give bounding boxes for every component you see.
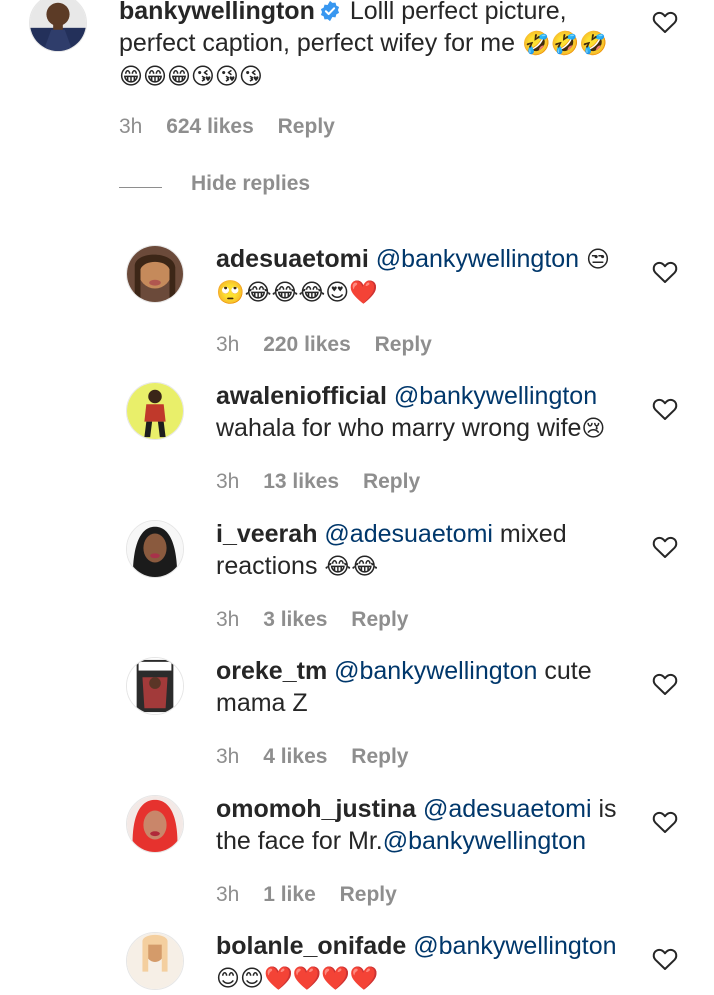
reply-button[interactable]: Reply	[351, 608, 408, 631]
comment-text-line1: Lolll perfect picture,	[349, 0, 567, 25]
avatar[interactable]	[126, 245, 184, 303]
avatar-photo	[127, 796, 183, 852]
heart-icon[interactable]	[652, 947, 678, 971]
avatar[interactable]	[126, 795, 184, 853]
likes-count[interactable]: 4 likes	[263, 745, 327, 768]
heart-icon[interactable]	[652, 535, 678, 559]
reply-button[interactable]: Reply	[363, 470, 420, 493]
comment-time: 3h	[216, 608, 240, 631]
verified-badge-icon	[320, 0, 339, 22]
reply-button[interactable]: Reply	[351, 745, 408, 768]
likes-count[interactable]: 220 likes	[263, 333, 351, 356]
comment-text-line2: perfect caption, perfect wifey for me	[119, 29, 516, 57]
comment-text: awaleniofficial @bankywellington wahala …	[216, 380, 626, 445]
username[interactable]: awaleniofficial	[216, 382, 387, 410]
avatar-photo	[127, 933, 183, 989]
avatar-photo	[127, 246, 183, 302]
heart-icon[interactable]	[652, 260, 678, 284]
heart-icon[interactable]	[652, 810, 678, 834]
heart-icon[interactable]	[652, 10, 678, 34]
comment-text-line: wahala for who marry wrong wife	[216, 414, 582, 442]
mention-link[interactable]: @adesuaetomi	[423, 795, 592, 823]
comment-time: 3h	[216, 745, 240, 768]
reply-button[interactable]: Reply	[278, 115, 335, 138]
comment-time: 3h	[216, 333, 240, 356]
avatar[interactable]	[126, 932, 184, 990]
comment-meta: 3h 13 likes Reply	[216, 470, 438, 494]
comment-meta: 3h 624 likes Reply	[119, 115, 353, 139]
emoji-group: 🤣🤣🤣	[521, 31, 608, 57]
avatar[interactable]	[126, 382, 184, 440]
comment-text-line: mixed	[499, 520, 567, 548]
comment-text: omomoh_justina @adesuaetomi is the face …	[216, 793, 626, 857]
avatar[interactable]	[29, 0, 87, 52]
comment-meta: 3h 4 likes Reply	[216, 745, 426, 769]
username[interactable]: oreke_tm	[216, 657, 327, 685]
likes-count[interactable]: 624 likes	[166, 115, 254, 138]
hide-replies-label: Hide replies	[191, 172, 311, 195]
comment-time: 3h	[119, 115, 143, 138]
avatar-photo	[30, 0, 86, 51]
comment-text-line: cute	[544, 657, 592, 685]
comment-text-line: is	[598, 795, 617, 823]
reply-button[interactable]: Reply	[375, 333, 432, 356]
mention-link[interactable]: @bankywellington	[413, 932, 616, 960]
avatar-photo	[127, 383, 183, 439]
avatar[interactable]	[126, 657, 184, 715]
comment-meta: 3h 3 likes Reply	[216, 608, 426, 632]
comment-text-line: the face for Mr.	[216, 827, 383, 855]
emoji-group: 😒	[586, 247, 611, 273]
username[interactable]: adesuaetomi	[216, 245, 369, 273]
comment-meta: 3h 220 likes Reply	[216, 333, 450, 357]
comment-text: bankywellington Lolll perfect picture, p…	[119, 0, 629, 93]
heart-icon[interactable]	[652, 672, 678, 696]
comment-text: oreke_tm @bankywellington cute mama Z	[216, 655, 626, 719]
username[interactable]: bolanle_onifade	[216, 932, 406, 960]
mention-link[interactable]: @bankywellington	[376, 245, 579, 273]
username[interactable]: omomoh_justina	[216, 795, 416, 823]
avatar-photo	[127, 658, 183, 714]
comment-text: adesuaetomi @bankywellington 😒 🙄😂😂😂😍❤️	[216, 243, 626, 309]
likes-count[interactable]: 13 likes	[263, 470, 339, 493]
avatar[interactable]	[126, 520, 184, 578]
mention-link[interactable]: @adesuaetomi	[324, 520, 493, 548]
mention-link[interactable]: @bankywellington	[334, 657, 537, 685]
comment-text-line: reactions	[216, 552, 318, 580]
username[interactable]: i_veerah	[216, 520, 317, 548]
likes-count[interactable]: 3 likes	[263, 608, 327, 631]
emoji-group: 😂😂	[324, 554, 379, 580]
comment-text-line: mama Z	[216, 689, 308, 717]
mention-link[interactable]: @bankywellington	[383, 827, 586, 855]
likes-count[interactable]: 1 like	[263, 883, 316, 906]
comment-time: 3h	[216, 470, 240, 493]
comment-text: i_veerah @adesuaetomi mixed reactions 😂😂	[216, 518, 626, 583]
heart-icon[interactable]	[652, 397, 678, 421]
mention-link[interactable]: @bankywellington	[394, 382, 597, 410]
comment-text: bolanle_onifade @bankywellington 😊😊❤️❤️❤…	[216, 930, 626, 995]
comment-time: 3h	[216, 883, 240, 906]
divider-line	[119, 187, 162, 188]
username[interactable]: bankywellington	[119, 0, 315, 25]
emoji-group: 😢	[581, 416, 606, 442]
emoji-group: 😁😁😁😘😘😘	[119, 64, 263, 90]
reply-button[interactable]: Reply	[340, 883, 397, 906]
avatar-photo	[127, 521, 183, 577]
comment-meta: 3h 1 like Reply	[216, 883, 415, 907]
emoji-group: 🙄😂😂😂😍❤️	[216, 280, 378, 306]
